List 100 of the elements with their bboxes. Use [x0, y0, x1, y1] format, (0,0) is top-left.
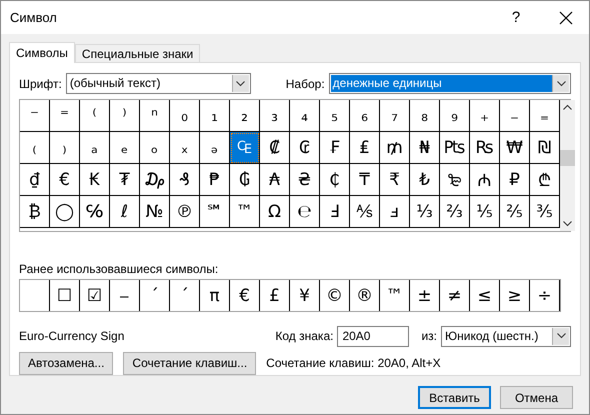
- symbol-cell[interactable]: Ⅎ: [320, 196, 350, 228]
- symbol-cell[interactable]: ₨: [470, 132, 500, 164]
- subset-dropdown[interactable]: денежные единицы: [328, 73, 571, 94]
- code-field[interactable]: 20A0: [337, 326, 410, 347]
- recent-symbol-cell[interactable]: €: [230, 280, 260, 312]
- recent-symbol-cell[interactable]: ≤: [470, 280, 500, 312]
- symbol-cell[interactable]: ₸: [350, 164, 380, 196]
- symbol-cell[interactable]: ₲: [230, 164, 260, 196]
- symbol-cell[interactable]: ₋: [500, 100, 530, 132]
- symbol-cell[interactable]: ™: [230, 196, 260, 228]
- symbol-cell[interactable]: ₤: [350, 132, 380, 164]
- symbol-cell[interactable]: ℠: [200, 196, 230, 228]
- symbol-cell[interactable]: ₽: [500, 164, 530, 196]
- symbol-cell[interactable]: ₾: [530, 164, 560, 196]
- symbol-cell[interactable]: ₑ: [110, 132, 140, 164]
- encoding-dropdown[interactable]: Юникод (шестн.): [441, 326, 571, 347]
- symbol-cell[interactable]: ⁿ: [140, 100, 170, 132]
- symbol-cell[interactable]: ₩: [500, 132, 530, 164]
- recent-symbol-cell[interactable]: ☑: [80, 280, 110, 312]
- symbol-cell[interactable]: ℗: [170, 196, 200, 228]
- symbol-cell[interactable]: ⁼: [50, 100, 80, 132]
- symbol-cell[interactable]: ⅓: [410, 196, 440, 228]
- symbol-cell[interactable]: ⅍: [350, 196, 380, 228]
- symbol-cell[interactable]: ₈: [410, 100, 440, 132]
- recent-symbol-cell[interactable]: ™: [380, 280, 410, 312]
- symbol-cell[interactable]: ₵: [320, 164, 350, 196]
- symbol-cell[interactable]: ₮: [110, 164, 140, 196]
- recent-symbol-cell[interactable]: ⎯: [110, 280, 140, 312]
- recent-symbol-cell[interactable]: ÷: [530, 280, 560, 312]
- symbol-cell[interactable]: ₁: [200, 100, 230, 132]
- symbol-cell[interactable]: ₪: [530, 132, 560, 164]
- symbol-cell[interactable]: ₓ: [170, 132, 200, 164]
- symbol-cell[interactable]: ₱: [200, 164, 230, 196]
- symbol-cell[interactable]: ₿: [20, 196, 50, 228]
- symbol-cell[interactable]: ℓ: [110, 196, 140, 228]
- symbol-cell[interactable]: ℅: [80, 196, 110, 228]
- dialog-button[interactable]: Отмена: [500, 386, 573, 409]
- font-dropdown[interactable]: (обычный текст): [66, 73, 251, 94]
- action-button[interactable]: Автозамена...: [19, 352, 114, 375]
- symbol-cell[interactable]: ⅗: [530, 196, 560, 228]
- symbol-cell[interactable]: ⁽: [80, 100, 110, 132]
- recent-symbol-cell[interactable]: ¥: [290, 280, 320, 312]
- symbol-cell[interactable]: ⅖: [500, 196, 530, 228]
- symbol-cell[interactable]: ₫: [20, 164, 50, 196]
- scrollbar[interactable]: [560, 100, 575, 232]
- symbol-cell[interactable]: ₠: [230, 132, 260, 164]
- symbol-cell[interactable]: ₅: [320, 100, 350, 132]
- symbol-cell[interactable]: ₹: [380, 164, 410, 196]
- symbol-cell[interactable]: ₊: [470, 100, 500, 132]
- recent-symbol-cell[interactable]: ≠: [440, 280, 470, 312]
- action-button[interactable]: Сочетание клавиш...: [123, 352, 256, 375]
- tab[interactable]: Специальные знаки: [74, 44, 200, 62]
- symbol-cell[interactable]: ₧: [440, 132, 470, 164]
- symbol-cell[interactable]: ⁾: [110, 100, 140, 132]
- symbol-cell[interactable]: Ω: [260, 196, 290, 228]
- symbol-cell[interactable]: ◯: [50, 196, 80, 228]
- symbol-cell[interactable]: ₥: [380, 132, 410, 164]
- recent-symbol-cell[interactable]: ±: [410, 280, 440, 312]
- recent-symbol-cell[interactable]: π: [200, 280, 230, 312]
- symbol-cell[interactable]: ₎: [50, 132, 80, 164]
- symbol-cell[interactable]: ₡: [260, 132, 290, 164]
- symbol-cell[interactable]: ₔ: [200, 132, 230, 164]
- symbol-cell[interactable]: №: [140, 196, 170, 228]
- recent-symbol-cell[interactable]: ☐: [50, 280, 80, 312]
- symbol-cell[interactable]: ₀: [170, 100, 200, 132]
- symbol-cell[interactable]: ₻: [440, 164, 470, 196]
- symbol-cell[interactable]: ₌: [530, 100, 560, 132]
- tab[interactable]: Символы: [9, 42, 75, 63]
- symbol-cell[interactable]: ₂: [230, 100, 260, 132]
- symbol-cell[interactable]: ₒ: [140, 132, 170, 164]
- symbol-cell[interactable]: ₭: [80, 164, 110, 196]
- symbol-cell[interactable]: ⅕: [470, 196, 500, 228]
- recent-symbol-cell[interactable]: ≥: [500, 280, 530, 312]
- recent-symbol-cell[interactable]: ´: [140, 280, 170, 312]
- symbol-cell[interactable]: ℮: [290, 196, 320, 228]
- scroll-thumb[interactable]: [560, 150, 575, 166]
- symbol-cell[interactable]: ₢: [290, 132, 320, 164]
- symbol-cell[interactable]: ⅎ: [380, 196, 410, 228]
- symbol-cell[interactable]: ₰: [170, 164, 200, 196]
- symbol-cell[interactable]: ₳: [260, 164, 290, 196]
- symbol-cell[interactable]: ₼: [470, 164, 500, 196]
- symbol-cell[interactable]: ⁻: [20, 100, 50, 132]
- symbol-cell[interactable]: ₯: [140, 164, 170, 196]
- symbol-cell[interactable]: ₉: [440, 100, 470, 132]
- recent-symbol-cell[interactable]: £: [260, 280, 290, 312]
- help-button[interactable]: ?: [493, 9, 539, 26]
- symbol-cell[interactable]: €: [50, 164, 80, 196]
- symbol-cell[interactable]: ₺: [410, 164, 440, 196]
- symbol-cell[interactable]: ₴: [290, 164, 320, 196]
- symbol-cell[interactable]: ₇: [380, 100, 410, 132]
- symbol-cell[interactable]: ₣: [320, 132, 350, 164]
- recent-symbol-cell[interactable]: ®: [350, 280, 380, 312]
- symbol-cell[interactable]: ₄: [290, 100, 320, 132]
- dialog-button[interactable]: Вставить: [418, 386, 491, 409]
- symbol-cell[interactable]: ₃: [260, 100, 290, 132]
- recent-symbol-cell[interactable]: ©: [320, 280, 350, 312]
- symbol-cell[interactable]: ₍: [20, 132, 50, 164]
- symbol-cell[interactable]: ₦: [410, 132, 440, 164]
- symbol-cell[interactable]: ₐ: [80, 132, 110, 164]
- recent-symbol-cell[interactable]: ˊ: [170, 280, 200, 312]
